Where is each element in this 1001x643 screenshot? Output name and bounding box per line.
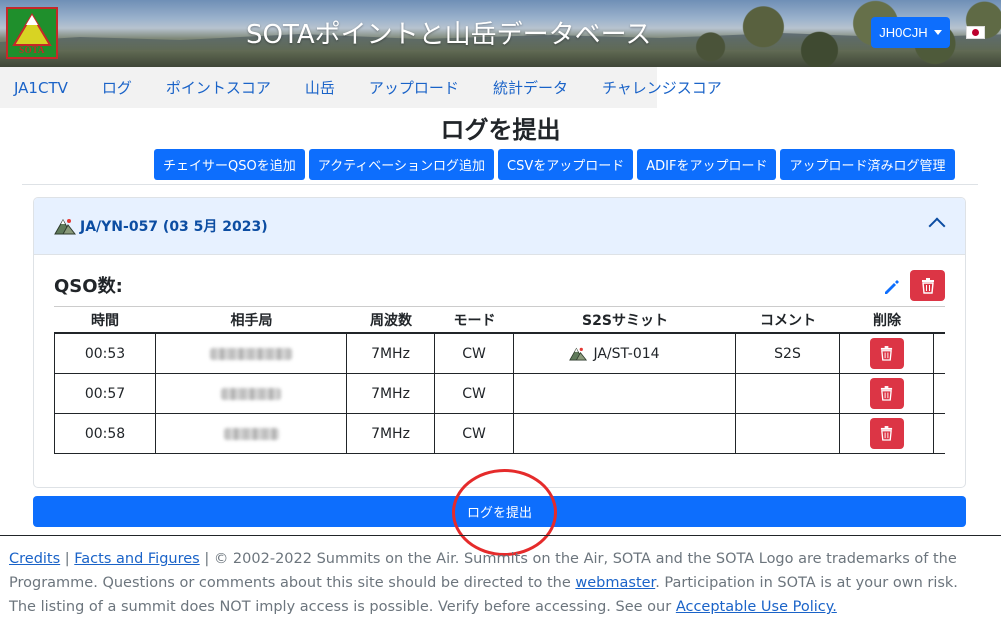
page-title: ログを提出 (440, 116, 561, 144)
accordion-header[interactable]: JA/YN-057 (03 5月 2023) (34, 198, 965, 255)
table-body: 00:53 7MHz CW JA/ST-014 S2S 00:57 7MHz C… (54, 334, 945, 454)
cell-comment: S2S (736, 334, 840, 373)
delete-qso-button[interactable] (869, 378, 904, 409)
cell-mode: CW (435, 334, 514, 373)
col-callsign: 相手局 (230, 312, 273, 329)
col-mode: モード (453, 312, 496, 329)
s2s-summit: JA/ST-014 (569, 345, 660, 362)
upload-adif-button[interactable]: ADIFをアップロード (637, 149, 777, 180)
acceptable-use-link[interactable]: Acceptable Use Policy. (676, 599, 837, 615)
cell-callsign-redacted (156, 374, 347, 413)
redacted-callsign (221, 387, 281, 400)
table-row: 00:58 7MHz CW (55, 414, 945, 454)
summit-icon (54, 218, 76, 235)
sota-logo[interactable]: SOTA (6, 7, 58, 59)
redacted-callsign (223, 427, 279, 440)
activation-title: JA/YN-057 (03 5月 2023) (80, 219, 268, 235)
cell-mode: CW (435, 414, 514, 453)
cell-delete (840, 374, 934, 413)
delete-qso-button[interactable] (869, 338, 904, 369)
col-frequency: 周波数 (370, 312, 412, 329)
cell-delete (840, 414, 934, 453)
action-bar: チェイサーQSOを追加 アクティベーションログ追加 CSVをアップロード ADI… (154, 149, 955, 180)
s2s-summit-ref: JA/ST-014 (593, 345, 660, 362)
col-time: 時間 (91, 312, 119, 329)
cell-s2s (514, 374, 736, 413)
table-header: 時間 相手局 周波数 モード S2Sサミット コメント 削除 (54, 306, 945, 334)
user-callsign: JH0CJH (879, 25, 928, 40)
banner-trees (671, 0, 1001, 67)
submit-log-button[interactable]: ログを提出 (33, 496, 966, 527)
cell-callsign-redacted (156, 414, 347, 453)
cell-comment (736, 374, 840, 413)
upload-csv-button[interactable]: CSVをアップロード (498, 149, 634, 180)
manage-uploaded-logs-button[interactable]: アップロード済みログ管理 (780, 149, 955, 180)
trash-icon (921, 277, 934, 294)
col-comment: コメント (760, 312, 816, 329)
qso-count-label: QSO数: (54, 276, 123, 297)
table-row: 00:53 7MHz CW JA/ST-014 S2S (55, 334, 945, 374)
cell-frequency: 7MHz (347, 414, 435, 453)
col-s2s-summit: S2Sサミット (582, 312, 668, 329)
redacted-callsign (210, 347, 292, 360)
nav-item-log[interactable]: ログ (102, 77, 132, 98)
trash-icon (880, 426, 893, 441)
nav-item-statistics[interactable]: 統計データ (493, 77, 568, 98)
chevron-up-icon[interactable] (928, 217, 946, 235)
site-title: SOTAポイントと山岳データベース (246, 20, 652, 50)
site-banner: SOTA SOTAポイントと山岳データベース JH0CJH (0, 0, 1001, 67)
nav-item-challenge-score[interactable]: チャレンジスコア (602, 77, 722, 98)
table-row: 00:57 7MHz CW (55, 374, 945, 414)
add-activation-log-button[interactable]: アクティベーションログ追加 (308, 149, 495, 180)
delete-qso-button[interactable] (869, 418, 904, 449)
logo-text: SOTA (19, 45, 45, 55)
nav-item-upload[interactable]: アップロード (369, 77, 459, 98)
cell-time: 00:58 (55, 414, 156, 453)
cell-time: 00:57 (55, 374, 156, 413)
facts-figures-link[interactable]: Facts and Figures (74, 551, 199, 567)
main-nav: JA1CTV ログ ポイントスコア 山岳 アップロード 統計データ チャレンジス… (0, 67, 722, 108)
webmaster-link[interactable]: webmaster (575, 575, 655, 591)
footer-separator: | (60, 551, 75, 567)
cell-s2s: JA/ST-014 (514, 334, 736, 373)
trash-icon (880, 386, 893, 401)
add-chaser-qso-button[interactable]: チェイサーQSOを追加 (154, 149, 305, 180)
qso-table: 時間 相手局 周波数 モード S2Sサミット コメント 削除 00:53 7MH… (54, 306, 945, 454)
footer: Credits | Facts and Figures | © 2002-202… (9, 547, 979, 619)
pencil-icon[interactable] (882, 278, 900, 296)
trash-icon (880, 346, 893, 361)
cell-frequency: 7MHz (347, 334, 435, 373)
footer-divider (0, 535, 1001, 536)
activation-accordion: JA/YN-057 (03 5月 2023) QSO数: 時間 相手局 周波数 … (33, 197, 966, 488)
divider (22, 184, 978, 185)
cell-frequency: 7MHz (347, 374, 435, 413)
cell-time: 00:53 (55, 334, 156, 373)
nav-item-point-score[interactable]: ポイントスコア (166, 77, 271, 98)
cell-mode: CW (435, 374, 514, 413)
cell-delete (840, 334, 934, 373)
japan-flag-icon[interactable] (966, 26, 985, 39)
nav-item-callsign[interactable]: JA1CTV (14, 79, 68, 97)
credits-link[interactable]: Credits (9, 551, 60, 567)
user-menu-button[interactable]: JH0CJH (871, 17, 950, 48)
delete-activation-button[interactable] (910, 270, 945, 301)
cell-comment (736, 414, 840, 453)
summit-icon (569, 347, 588, 361)
cell-callsign-redacted (156, 334, 347, 373)
cell-s2s (514, 414, 736, 453)
col-delete: 削除 (873, 312, 901, 329)
nav-item-summits[interactable]: 山岳 (305, 77, 335, 98)
caret-down-icon (933, 30, 942, 35)
